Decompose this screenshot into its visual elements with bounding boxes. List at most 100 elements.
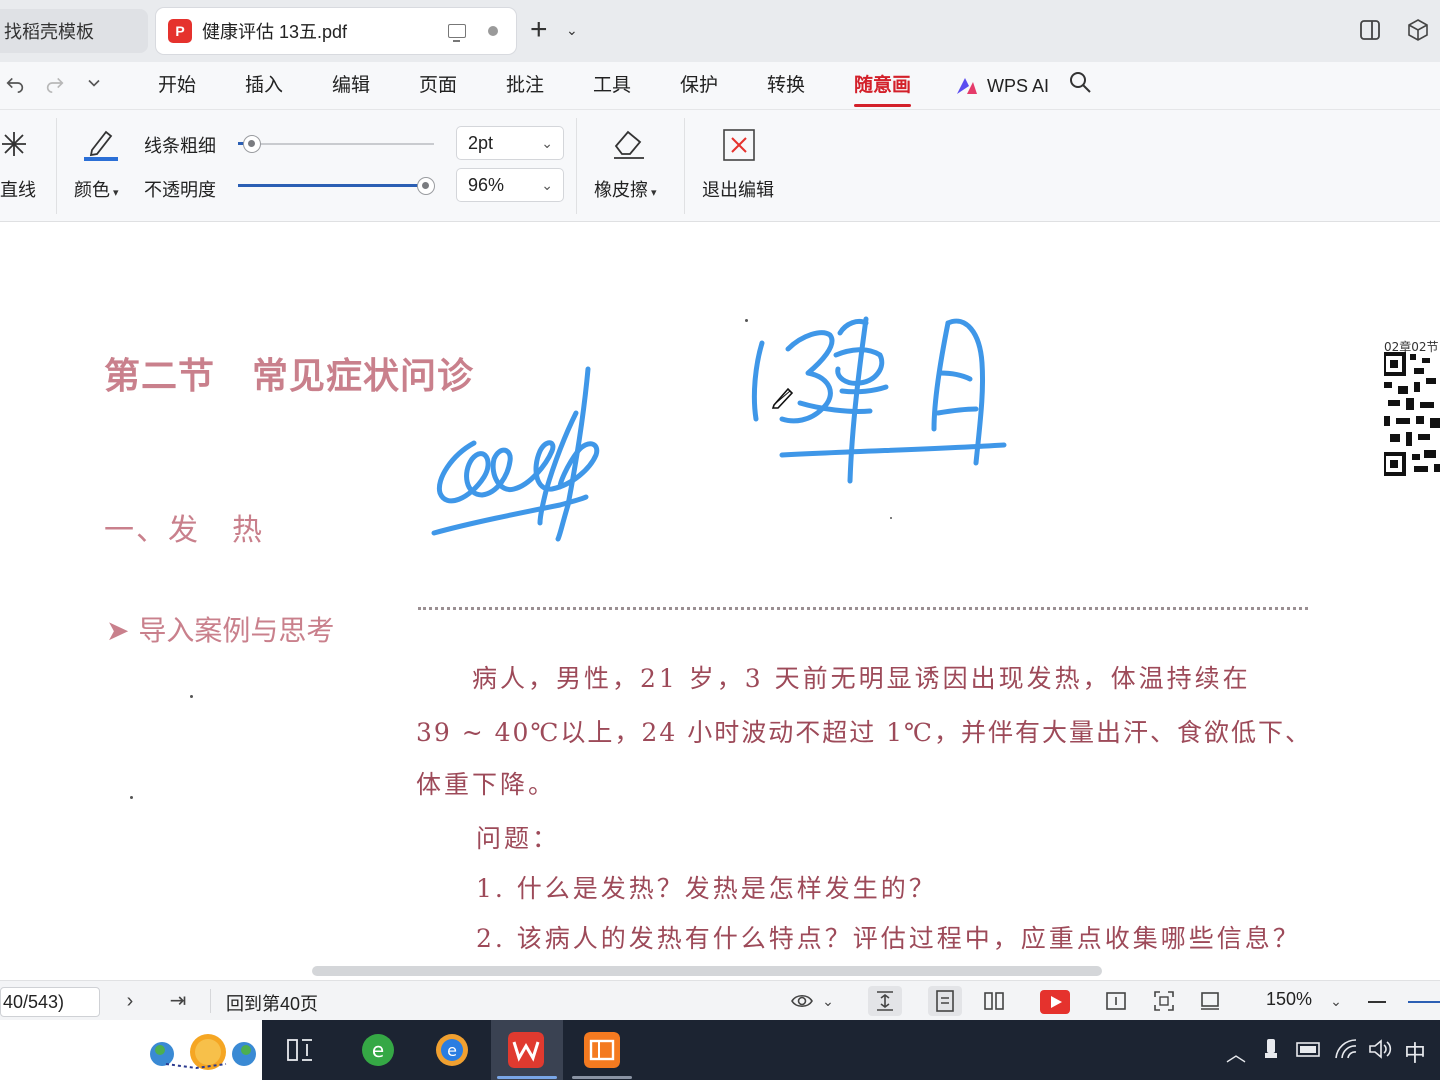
menu-freehand-draw[interactable]: 随意画 xyxy=(854,71,912,107)
opacity-slider-handle[interactable] xyxy=(417,177,436,195)
ink-stroke xyxy=(935,406,979,416)
opacity-select[interactable]: 96% ⌄ xyxy=(456,168,564,202)
menu-convert[interactable]: 转换 xyxy=(767,71,805,101)
freehand-ink-layer[interactable] xyxy=(0,223,1440,960)
horizontal-scrollbar[interactable] xyxy=(312,966,1102,976)
play-slideshow-button[interactable] xyxy=(1040,990,1070,1014)
two-page-icon[interactable] xyxy=(982,989,1006,1013)
drawing-app-icon[interactable] xyxy=(584,1032,620,1068)
zoom-slider[interactable] xyxy=(1408,1001,1440,1003)
ink-stroke xyxy=(837,318,869,336)
case-heading: ➤ 导入案例与思考 xyxy=(106,609,334,649)
chevron-down-icon: ▾ xyxy=(113,187,119,199)
screen-icon[interactable] xyxy=(448,24,466,42)
tray-chevron-up-icon[interactable]: ︿ xyxy=(1226,1038,1246,1067)
pen-cursor-icon xyxy=(771,387,794,409)
usb-device-icon[interactable] xyxy=(1264,1038,1278,1060)
zoom-out-button[interactable] xyxy=(1368,1001,1386,1003)
split-view-icon[interactable] xyxy=(1358,18,1382,42)
opacity-slider-fill xyxy=(238,184,427,187)
ink-speck xyxy=(745,319,748,322)
menu-protect[interactable]: 保护 xyxy=(680,71,718,101)
pdf-page[interactable]: 第二节 常见症状问诊 一、发 热 ➤ 导入案例与思考 病人，男性，21 岁，3 … xyxy=(0,223,1440,960)
chevron-down-icon: ⌄ xyxy=(541,135,553,151)
os-taskbar: e e ︿ 中 xyxy=(0,1020,1440,1080)
chevron-down-icon: ▾ xyxy=(651,187,657,199)
wps-ai-button[interactable]: WPS AI xyxy=(955,71,1049,101)
ink-stroke xyxy=(797,400,873,414)
color-dropdown[interactable]: 颜色 ▾ xyxy=(74,176,119,202)
fit-width-icon[interactable] xyxy=(868,986,902,1016)
menu-home[interactable]: 开始 xyxy=(158,71,196,101)
menu-tools[interactable]: 工具 xyxy=(593,71,631,101)
ink-stroke xyxy=(937,370,973,382)
task-view-icon[interactable] xyxy=(286,1036,314,1064)
line-tool-icon[interactable] xyxy=(0,130,28,158)
edge-browser-icon[interactable]: e xyxy=(434,1032,470,1068)
ie-browser-icon[interactable]: e xyxy=(360,1032,396,1068)
chevron-down-icon[interactable]: ⌄ xyxy=(816,989,840,1013)
ink-stroke xyxy=(537,410,579,526)
menu-annotate[interactable]: 批注 xyxy=(506,71,544,101)
cube-icon[interactable] xyxy=(1406,18,1430,42)
wps-ai-logo-icon xyxy=(957,78,977,94)
taskbar-open-indicator xyxy=(572,1076,632,1079)
ink-stroke xyxy=(431,494,589,536)
volume-icon[interactable] xyxy=(1368,1038,1392,1060)
eye-icon[interactable] xyxy=(790,989,814,1013)
ribbon-divider xyxy=(576,118,577,214)
new-tab-button[interactable]: + xyxy=(530,15,548,45)
line-tool-label[interactable]: 直线 xyxy=(0,176,36,202)
redo-icon[interactable] xyxy=(44,72,66,94)
ink-stroke xyxy=(833,347,885,386)
tab-bar: 找稻壳模板 P 健康评估 13五.pdf + ⌄ xyxy=(0,0,1440,62)
taskbar-widget-area xyxy=(0,1020,262,1080)
zoom-level[interactable]: 150% xyxy=(1266,989,1312,1010)
reading-mode-icon[interactable] xyxy=(1104,989,1128,1013)
ink-speck xyxy=(190,695,193,698)
tab-template-store[interactable]: 找稻壳模板 xyxy=(0,9,148,53)
opacity-label: 不透明度 xyxy=(144,180,216,200)
menu-edit[interactable]: 编辑 xyxy=(332,71,370,101)
next-page-icon[interactable]: › xyxy=(118,989,142,1013)
thickness-slider-handle[interactable] xyxy=(242,135,261,153)
back-to-page-link[interactable]: 回到第40页 xyxy=(226,990,318,1016)
ime-indicator[interactable]: 中 xyxy=(1404,1036,1426,1068)
tab-label: 健康评估 13五.pdf xyxy=(202,22,348,42)
page-number-input[interactable]: 40/543) xyxy=(0,987,100,1017)
undo-icon[interactable] xyxy=(4,72,26,94)
weather-widget-icon[interactable] xyxy=(146,1026,262,1076)
menu-insert[interactable]: 插入 xyxy=(245,71,283,101)
eraser-icon[interactable] xyxy=(612,128,646,160)
exit-edit-icon[interactable] xyxy=(722,128,756,162)
thickness-select[interactable]: 2pt ⌄ xyxy=(456,126,564,160)
chevron-down-icon: ⌄ xyxy=(541,177,553,193)
unsaved-dot-icon[interactable] xyxy=(488,26,498,36)
chevron-down-icon[interactable] xyxy=(84,72,104,94)
last-page-icon[interactable]: ⇥ xyxy=(166,989,190,1013)
eraser-label: 橡皮擦 xyxy=(594,180,648,200)
arrow-bullet-icon: ➤ xyxy=(106,614,139,647)
wps-office-icon[interactable] xyxy=(508,1032,544,1068)
ink-speck xyxy=(890,517,892,519)
ribbon-divider xyxy=(684,118,685,214)
ink-stroke xyxy=(436,440,600,504)
wifi-icon[interactable] xyxy=(1334,1038,1360,1060)
tab-document[interactable]: P 健康评估 13五.pdf xyxy=(156,8,516,54)
opacity-value: 96% xyxy=(468,175,505,195)
taskbar-active-indicator xyxy=(497,1076,557,1079)
search-icon[interactable] xyxy=(1068,70,1092,94)
thickness-slider-track[interactable] xyxy=(238,143,434,145)
fullscreen-icon[interactable] xyxy=(1152,989,1176,1013)
menu-page[interactable]: 页面 xyxy=(419,71,457,101)
eraser-dropdown[interactable]: 橡皮擦 ▾ xyxy=(594,176,657,202)
ribbon-divider xyxy=(56,118,57,214)
battery-icon[interactable] xyxy=(1294,1038,1322,1060)
pen-color-icon[interactable] xyxy=(84,126,118,162)
chevron-down-icon[interactable]: ⌄ xyxy=(566,22,578,39)
exit-edit-button[interactable]: 退出编辑 xyxy=(702,176,774,202)
chevron-down-icon[interactable]: ⌄ xyxy=(1324,989,1348,1013)
eye-protection-icon[interactable] xyxy=(1198,989,1222,1013)
single-page-icon[interactable] xyxy=(928,986,962,1016)
menu-bar: 开始 插入 编辑 页面 批注 工具 保护 转换 随意画 WPS AI xyxy=(0,62,1440,110)
